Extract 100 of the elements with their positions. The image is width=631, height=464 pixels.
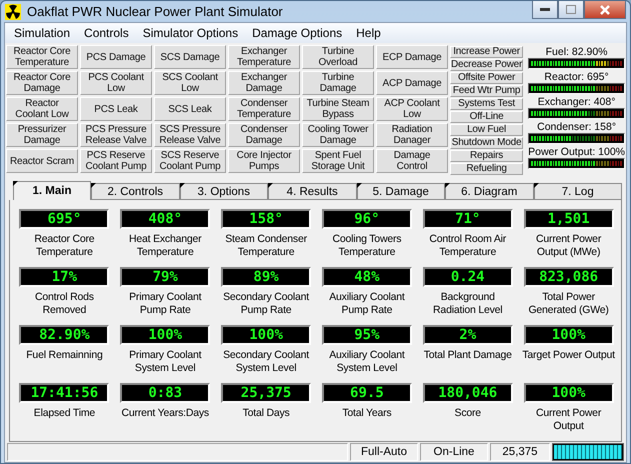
digital-display: 408° — [120, 209, 210, 229]
control-button[interactable]: Decrease Power — [450, 59, 524, 71]
readout-label: Primary Coolant Pump Rate — [128, 291, 202, 317]
control-button[interactable]: Repairs — [450, 150, 524, 162]
readout-label: Secondary Coolant Pump Rate — [222, 291, 310, 317]
alarm-button[interactable]: SCS Coolant Low — [154, 71, 226, 95]
alarm-button[interactable]: Turbine Damage — [302, 71, 374, 95]
alarm-button[interactable]: Spent Fuel Storage Unit — [302, 149, 374, 173]
window-title: Oakflat PWR Nuclear Power Plant Simulator — [27, 4, 284, 19]
alarm-button[interactable]: SCS Pressure Release Valve — [154, 123, 226, 147]
readout-label: Secondary Coolant System Level — [222, 349, 310, 375]
digital-display: 100% — [221, 325, 312, 345]
readout-label: Current Years:Days — [122, 407, 209, 420]
readout-label: Control Room Air Temperature — [428, 233, 508, 259]
status-panel: On-Line — [420, 443, 488, 461]
menu-item[interactable]: Simulation — [7, 26, 78, 40]
alarm-button[interactable]: PCS Damage — [80, 45, 152, 69]
control-button[interactable]: Low Fuel — [450, 124, 524, 136]
readout-label: Total Days — [242, 407, 290, 420]
alarm-button[interactable]: ECP Damage — [376, 45, 448, 69]
alarm-button[interactable]: PCS Leak — [80, 97, 152, 121]
menu-item[interactable]: Damage Options — [245, 26, 350, 40]
digital-display: 48% — [322, 267, 412, 287]
readout-label: Cooling Towers Temperature — [332, 233, 402, 259]
digital-display: 95% — [322, 325, 412, 345]
digital-display: 100% — [120, 325, 210, 345]
alarm-button[interactable]: Reactor Coolant Low — [6, 97, 78, 121]
menu-item[interactable]: Controls — [77, 26, 136, 40]
menu-item[interactable]: Help — [349, 26, 388, 40]
minimize-icon — [540, 8, 550, 12]
digital-display: 695° — [19, 209, 110, 229]
alarm-button[interactable]: Radiation Danager — [376, 123, 448, 147]
digital-display: 158° — [221, 209, 312, 229]
alarm-button[interactable]: Turbine Steam Bypass — [302, 97, 374, 121]
control-button[interactable]: Off-Line — [450, 111, 524, 123]
alarm-button[interactable]: PCS Reserve Coolant Pump — [80, 149, 152, 173]
digital-display: 0.24 — [422, 267, 513, 287]
meter-label: Exchanger: 408° — [536, 96, 616, 108]
readout-label: Reactor Core Temperature — [33, 233, 96, 259]
digital-display: 96° — [322, 209, 412, 229]
readout-label: Auxiliary Coolant Pump Rate — [328, 291, 406, 317]
alarm-button[interactable]: Core Injector Pumps — [228, 149, 300, 173]
alarm-button[interactable]: Condenser Temperature — [228, 97, 300, 121]
meter-label: Power Output: 100% — [528, 146, 626, 158]
tab[interactable]: 2. Controls — [91, 183, 180, 200]
readout-label: Target Power Output — [522, 349, 615, 362]
control-button[interactable]: Feed Wtr Pump — [450, 85, 524, 97]
status-panel: Full-Auto — [350, 443, 418, 461]
radiation-icon — [5, 4, 21, 20]
readout-label: Control Rods Removed — [34, 291, 95, 317]
tab[interactable]: 7. Log — [534, 183, 622, 200]
close-button[interactable] — [584, 1, 626, 19]
control-button[interactable]: Increase Power — [450, 46, 524, 58]
readout-label: Score — [454, 407, 481, 420]
alarm-button[interactable]: Exchanger Damage — [228, 71, 300, 95]
tab[interactable]: 6. Diagram — [445, 183, 534, 200]
alarm-button[interactable]: ACP Coolant Low — [376, 97, 448, 121]
alarm-button[interactable]: SCS Reserve Coolant Pump — [154, 149, 226, 173]
readout-label: Steam Condenser Temperature — [224, 233, 308, 259]
readout-label: Current Power Output — [535, 407, 602, 433]
alarm-button[interactable]: SCS Damage — [154, 45, 226, 69]
digital-display: 71° — [422, 209, 513, 229]
digital-display: 0:83 — [120, 383, 210, 403]
digital-display: 82.90% — [19, 325, 110, 345]
control-button[interactable]: Shutdown Mode — [450, 137, 524, 149]
control-button[interactable]: Offsite Power — [450, 72, 524, 84]
tab[interactable]: 5. Damage — [356, 183, 445, 200]
digital-display: 823,086 — [524, 267, 614, 287]
control-button[interactable]: Systems Test — [450, 98, 524, 110]
tab[interactable]: 1. Main — [13, 181, 91, 200]
alarm-button[interactable]: Reactor Core Damage — [6, 71, 78, 95]
digital-display: 180,046 — [422, 383, 513, 403]
maximize-button[interactable] — [558, 1, 584, 19]
alarm-button[interactable]: Reactor Core Temperature — [6, 45, 78, 69]
alarm-button[interactable]: Cooling Tower Damage — [302, 123, 374, 147]
digital-display: 100% — [524, 325, 614, 345]
alarm-button[interactable]: Damage Control — [376, 149, 448, 173]
readout-label: Background Radiation Level — [432, 291, 504, 317]
digital-display: 2% — [422, 325, 513, 345]
alarm-button[interactable]: Reactor Scram — [6, 149, 78, 173]
alarm-button[interactable]: Condenser Damage — [228, 123, 300, 147]
alarm-button[interactable]: Turbine Overload — [302, 45, 374, 69]
alarm-button[interactable]: Exchanger Temperature — [228, 45, 300, 69]
readout-label: Total Years — [342, 407, 392, 420]
control-button[interactable]: Refueling — [450, 163, 524, 175]
status-panel: 25,375 — [490, 443, 550, 461]
tab[interactable]: 3. Options — [180, 183, 268, 200]
close-icon — [599, 4, 611, 14]
digital-display: 25,375 — [221, 383, 312, 403]
alarm-button[interactable]: Pressurizer Damage — [6, 123, 78, 147]
alarm-button[interactable]: PCS Coolant Low — [80, 71, 152, 95]
readout-label: Total Power Generated (GWe) — [527, 291, 610, 317]
alarm-button[interactable]: SCS Leak — [154, 97, 226, 121]
alarm-button[interactable]: ACP Damage — [376, 71, 448, 95]
readout-label: Primary Coolant System Level — [128, 349, 202, 375]
alarm-button[interactable]: PCS Pressure Release Valve — [80, 123, 152, 147]
tab[interactable]: 4. Results — [268, 183, 356, 200]
digital-display: 17:41:56 — [19, 383, 110, 403]
minimize-button[interactable] — [532, 1, 558, 19]
menu-item[interactable]: Simulator Options — [136, 26, 246, 40]
